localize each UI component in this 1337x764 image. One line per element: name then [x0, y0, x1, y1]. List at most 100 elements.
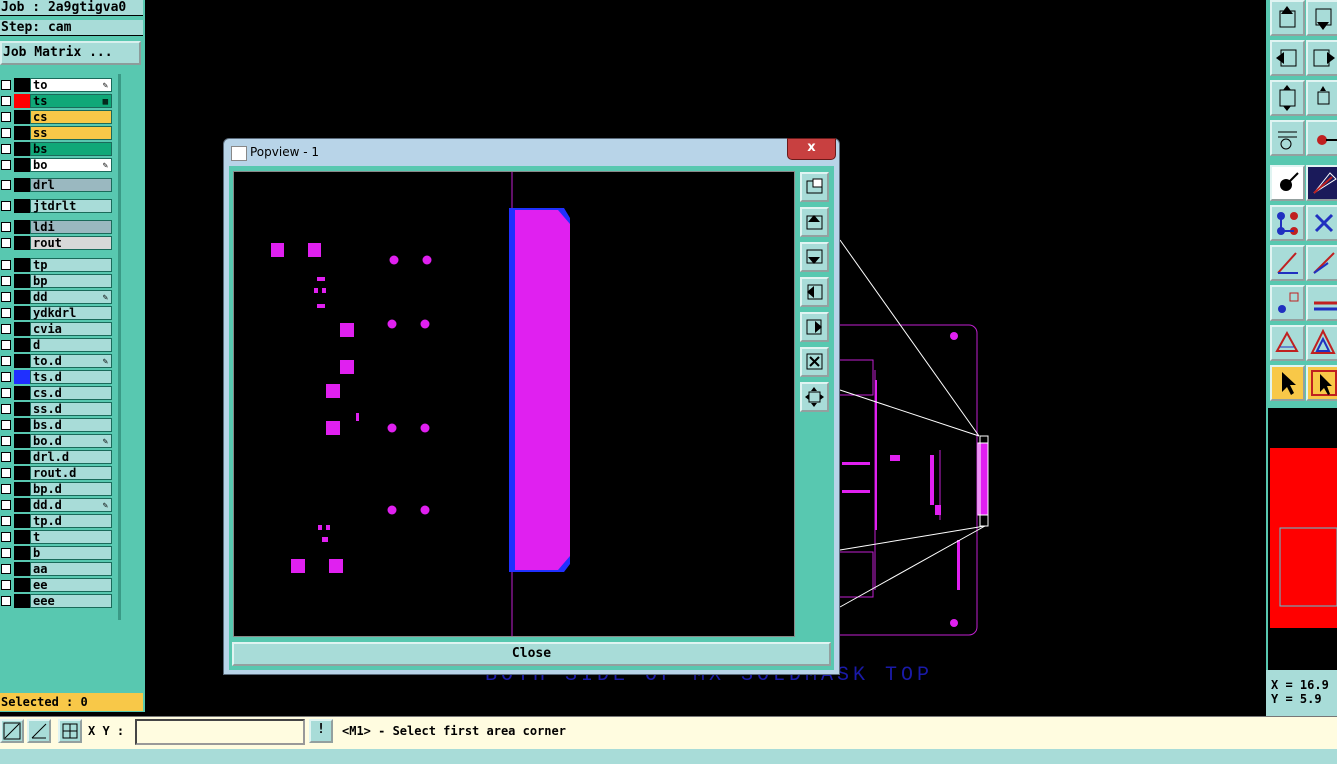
layer-row-to[interactable]: to ✎ — [0, 78, 114, 92]
layer-name[interactable]: to.d ✎ — [30, 354, 112, 368]
layer-row-ss[interactable]: ss — [0, 126, 114, 140]
layer-row-b[interactable]: b — [0, 546, 114, 560]
layer-name[interactable]: bs — [30, 142, 112, 156]
cross-select-icon[interactable] — [1306, 205, 1337, 241]
popview-close-button[interactable]: Close — [232, 642, 831, 666]
layer-row-bs[interactable]: bs — [0, 142, 114, 156]
layer-name[interactable]: t — [30, 530, 112, 544]
pad-tool-icon[interactable] — [1270, 285, 1305, 321]
xy-input[interactable] — [135, 719, 305, 745]
layer-row-bp[interactable]: bp — [0, 274, 114, 288]
layer-checkbox[interactable] — [1, 404, 11, 414]
layer-row-ydkdrl[interactable]: ydkdrl — [0, 306, 114, 320]
layer-row-bp-d[interactable]: bp.d — [0, 482, 114, 496]
layer-row-aa[interactable]: aa — [0, 562, 114, 576]
layer-name[interactable]: rout.d — [30, 466, 112, 480]
layer-row-ts-d[interactable]: ts.d — [0, 370, 114, 384]
layer-checkbox[interactable] — [1, 564, 11, 574]
layer-name[interactable]: ss.d — [30, 402, 112, 416]
zoom-out-icon[interactable] — [1306, 80, 1337, 116]
layer-checkbox[interactable] — [1, 388, 11, 398]
layer-row-bo[interactable]: bo ✎ — [0, 158, 114, 172]
pan-left-button[interactable] — [800, 277, 829, 307]
layer-row-cs[interactable]: cs — [0, 110, 114, 124]
layer-row-jtdrlt[interactable]: jtdrlt — [0, 199, 114, 213]
layer-checkbox[interactable] — [1, 128, 11, 138]
filter-icon[interactable] — [1270, 120, 1305, 156]
area-select-icon[interactable] — [1306, 165, 1337, 201]
layer-checkbox[interactable] — [1, 292, 11, 302]
layer-row-to-d[interactable]: to.d ✎ — [0, 354, 114, 368]
layer-name[interactable]: tp — [30, 258, 112, 272]
layer-name[interactable]: ts.d — [30, 370, 112, 384]
pan-right-button[interactable] — [800, 312, 829, 342]
layer-checkbox[interactable] — [1, 596, 11, 606]
overview-minimap[interactable] — [1266, 408, 1337, 670]
zoom-in-icon[interactable] — [1270, 80, 1305, 116]
layer-name[interactable]: bo.d ✎ — [30, 434, 112, 448]
layer-name[interactable]: aa — [30, 562, 112, 576]
layer-row-rout-d[interactable]: rout.d — [0, 466, 114, 480]
layer-row-tp-d[interactable]: tp.d — [0, 514, 114, 528]
layer-row-ldi[interactable]: ldi — [0, 220, 114, 234]
layer-name[interactable]: rout — [30, 236, 112, 250]
connect-nodes-icon[interactable] — [1270, 205, 1305, 241]
layer-checkbox[interactable] — [1, 372, 11, 382]
layer-name[interactable]: jtdrlt — [30, 199, 112, 213]
layer-checkbox[interactable] — [1, 452, 11, 462]
layer-name[interactable]: ydkdrl — [30, 306, 112, 320]
layer-row-cs-d[interactable]: cs.d — [0, 386, 114, 400]
pan-down-button[interactable] — [800, 242, 829, 272]
layer-checkbox[interactable] — [1, 548, 11, 558]
layer-checkbox[interactable] — [1, 436, 11, 446]
layer-name[interactable]: cs.d — [30, 386, 112, 400]
layer-checkbox[interactable] — [1, 340, 11, 350]
layer-name[interactable]: b — [30, 546, 112, 560]
layer-row-eee[interactable]: eee — [0, 594, 114, 608]
pan-up-button[interactable] — [800, 207, 829, 237]
pan-up-icon[interactable] — [1270, 0, 1305, 36]
zoom-out-button[interactable] — [800, 382, 829, 412]
measure-icon[interactable] — [1306, 120, 1337, 156]
layer-name[interactable]: tp.d — [30, 514, 112, 528]
layer-checkbox[interactable] — [1, 420, 11, 430]
layer-name[interactable]: ee — [30, 578, 112, 592]
layer-checkbox[interactable] — [1, 201, 11, 211]
layer-checkbox[interactable] — [1, 80, 11, 90]
layer-row-drl[interactable]: drl — [0, 178, 114, 192]
layer-row-drl-d[interactable]: drl.d — [0, 450, 114, 464]
layer-row-ss-d[interactable]: ss.d — [0, 402, 114, 416]
zoom-fit-button[interactable] — [800, 172, 829, 202]
layer-row-dd[interactable]: dd ✎ — [0, 290, 114, 304]
layer-name[interactable]: ss — [30, 126, 112, 140]
layer-name[interactable]: cvia — [30, 322, 112, 336]
layer-checkbox[interactable] — [1, 276, 11, 286]
angle-tool-icon[interactable] — [1306, 245, 1337, 281]
layer-checkbox[interactable] — [1, 484, 11, 494]
layer-checkbox[interactable] — [1, 222, 11, 232]
layer-checkbox[interactable] — [1, 160, 11, 170]
layer-row-d[interactable]: d — [0, 338, 114, 352]
measure-line-icon[interactable] — [27, 719, 51, 743]
layer-row-cvia[interactable]: cvia — [0, 322, 114, 336]
layer-checkbox[interactable] — [1, 580, 11, 590]
layer-row-tp[interactable]: tp — [0, 258, 114, 272]
layer-checkbox[interactable] — [1, 532, 11, 542]
grid-icon[interactable] — [58, 719, 82, 743]
layer-row-ee[interactable]: ee — [0, 578, 114, 592]
zoom-in-button[interactable] — [800, 347, 829, 377]
window-close-button[interactable]: x — [787, 138, 836, 160]
segment-tool-icon[interactable] — [1306, 285, 1337, 321]
layer-name[interactable]: eee — [30, 594, 112, 608]
popview-canvas[interactable] — [233, 171, 795, 637]
info-icon[interactable]: ! — [309, 719, 333, 743]
layer-row-ts[interactable]: ts ▦ — [0, 94, 114, 108]
layer-name[interactable]: drl.d — [30, 450, 112, 464]
job-matrix-button[interactable]: Job Matrix ... — [0, 41, 141, 65]
layer-name[interactable]: ts ▦ — [30, 94, 112, 108]
layer-name[interactable]: to ✎ — [30, 78, 112, 92]
pan-down-icon[interactable] — [1306, 0, 1337, 36]
layer-name[interactable]: bp — [30, 274, 112, 288]
layer-name[interactable]: cs — [30, 110, 112, 124]
pointer-icon[interactable] — [1270, 365, 1305, 401]
